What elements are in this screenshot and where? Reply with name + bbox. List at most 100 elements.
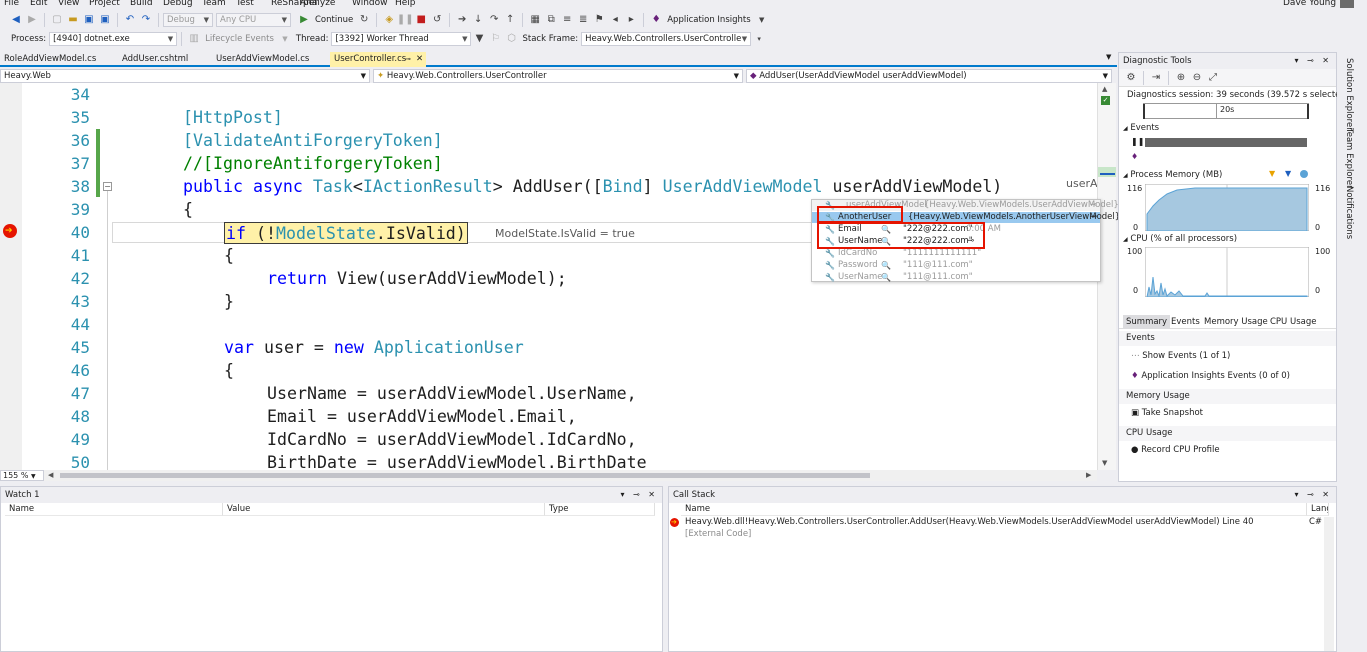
solution-explorer-tab[interactable]: Solution Explorer — [1344, 58, 1354, 131]
tab-user-add-view-model[interactable]: UserAddViewModel.cs — [212, 52, 313, 67]
user-name[interactable]: Dave Young — [1283, 0, 1336, 8]
team-explorer-tab[interactable]: Team Explorer — [1344, 128, 1354, 189]
column-header-name[interactable]: Name — [5, 503, 223, 516]
code-line[interactable]: [HttpPost] — [183, 106, 283, 129]
avatar[interactable] — [1340, 0, 1354, 8]
filter-icon[interactable]: ▼ — [472, 32, 486, 46]
code-line[interactable]: [ValidateAntiForgeryToken] — [183, 129, 443, 152]
save-icon[interactable]: ▣ — [82, 13, 96, 27]
menu-view[interactable]: View — [58, 0, 79, 8]
collapse-icon[interactable]: ◢ — [1123, 172, 1128, 179]
comment-icon[interactable]: ≡ — [560, 13, 574, 27]
selection-end-handle[interactable] — [1307, 104, 1309, 119]
datatip-row[interactable]: 🔧 UserName 🔍 "111@111.com" — [812, 272, 1100, 283]
column-header-value[interactable]: Value — [223, 503, 545, 516]
window-controls-icon[interactable]: ▾ ⊸ ✕ — [620, 487, 658, 503]
code-line[interactable]: Email = userAddViewModel.Email, — [267, 405, 577, 428]
chevron-down-icon[interactable]: ▼ — [278, 32, 292, 46]
pin-icon[interactable]: ⊸ — [1090, 212, 1097, 223]
pin-icon[interactable]: ⊸ — [405, 52, 411, 67]
continue-icon[interactable]: ▶ — [297, 13, 311, 27]
uncomment-icon[interactable]: ≣ — [576, 13, 590, 27]
code-line[interactable]: return View(userAddViewModel); — [267, 267, 567, 290]
project-select[interactable]: Heavy.Web ▼ — [0, 69, 370, 83]
pause-icon[interactable]: ❚❚ — [1131, 137, 1144, 146]
tab-role-add-view-model[interactable]: RoleAddViewModel.cs — [0, 52, 100, 67]
take-snapshot-button[interactable]: ▣ Take Snapshot — [1131, 408, 1203, 418]
menu-build[interactable]: Build — [130, 0, 153, 8]
chevron-down-icon[interactable]: ▼ — [755, 13, 769, 27]
hex-display-icon[interactable]: ▦ — [528, 13, 542, 27]
current-statement[interactable]: if (!ModelState.IsValid) — [224, 222, 468, 244]
type-select[interactable]: ✦ Heavy.Web.Controllers.UserController ▼ — [373, 69, 743, 83]
collapse-icon[interactable]: ◢ — [1123, 125, 1128, 132]
step-over-icon[interactable]: ↷ — [487, 13, 501, 27]
watch-list[interactable] — [1, 517, 662, 651]
restart-debug-icon[interactable]: ↺ — [430, 13, 444, 27]
save-all-icon[interactable]: ▣ — [98, 13, 112, 27]
zoom-out-icon[interactable]: ⊖ — [1190, 71, 1204, 85]
thread-select[interactable]: [3392] Worker Thread ▼ — [331, 31, 472, 46]
app-insights-events-link[interactable]: ♦ Application Insights Events (0 of 0) — [1131, 371, 1290, 381]
bookmark-icon[interactable]: ⚑ — [592, 13, 606, 27]
code-line[interactable]: { — [224, 244, 234, 267]
inline-value-hint[interactable]: ModelState.IsValid = true — [495, 222, 635, 245]
forward-icon[interactable]: ▶ — [25, 13, 39, 27]
column-header-type[interactable]: Type — [545, 503, 655, 516]
code-line[interactable]: UserName = userAddViewModel.UserName, — [267, 382, 637, 405]
stack-frame-select[interactable]: Heavy.Web.Controllers.UserController.Add… — [581, 31, 752, 46]
application-insights-button[interactable]: Application Insights — [667, 15, 750, 25]
flag-thread-icon[interactable]: ⚐ — [488, 32, 502, 46]
scroll-thumb[interactable] — [1098, 167, 1116, 177]
call-stack-frame[interactable]: [External Code] — [685, 529, 751, 539]
close-icon[interactable]: ✕ — [416, 52, 423, 67]
gear-icon[interactable]: ⚙ — [1124, 71, 1138, 85]
editor-horizontal-scrollbar[interactable]: ◀ ▶ — [0, 470, 1097, 481]
menu-resharper[interactable]: Analyze — [300, 0, 335, 8]
tab-cpu-usage[interactable]: CPU Usage — [1270, 315, 1316, 329]
step-into-icon[interactable]: ↓ — [471, 13, 485, 27]
scroll-thumb[interactable] — [60, 473, 870, 478]
events-bar[interactable] — [1145, 138, 1307, 147]
next-bookmark-icon[interactable]: ▸ — [624, 13, 638, 27]
threads-icon[interactable]: ⧉ — [544, 13, 558, 27]
zoom-level[interactable]: 155 % ▼ — [0, 470, 44, 481]
stop-icon[interactable]: ■ — [414, 13, 428, 27]
tab-overflow-icon[interactable]: ▼ — [1106, 53, 1111, 61]
menu-team[interactable]: Team — [202, 0, 226, 8]
menu-debug[interactable]: Debug — [163, 0, 193, 8]
collapse-icon[interactable]: − — [103, 182, 112, 191]
code-line[interactable]: { — [224, 359, 234, 382]
prev-bookmark-icon[interactable]: ◂ — [608, 13, 622, 27]
continue-button[interactable]: Continue — [315, 15, 353, 25]
zoom-in-icon[interactable]: ⊕ — [1174, 71, 1188, 85]
breakpoint-gutter[interactable] — [0, 83, 22, 470]
scroll-left-icon[interactable]: ◀ — [48, 471, 53, 479]
process-select[interactable]: [4940] dotnet.exe ▼ — [49, 31, 178, 46]
column-header-name[interactable]: Name — [681, 503, 1307, 516]
code-line[interactable]: BirthDate = userAddViewModel.BirthDate — [267, 451, 647, 470]
lifecycle-events-button[interactable]: Lifecycle Events — [205, 34, 274, 44]
tab-events[interactable]: Events — [1171, 315, 1200, 329]
break-all-icon[interactable]: ❚❚ — [397, 13, 414, 27]
magnifier-icon[interactable]: 🔍 — [881, 260, 891, 271]
memory-graph[interactable] — [1145, 184, 1309, 231]
step-out-icon[interactable]: ↑ — [503, 13, 517, 27]
scroll-down-icon[interactable]: ▼ — [1102, 459, 1107, 467]
menu-project[interactable]: Project — [89, 0, 120, 8]
datatip-row[interactable]: 🔧 IdCardNo "1111111111111" — [812, 248, 1100, 259]
tab-user-controller[interactable]: UserController.cs ⊸ ✕ — [330, 52, 426, 67]
datatip-popup[interactable]: 🔧 userAddViewModel {Heavy.Web.ViewModels… — [811, 199, 1120, 283]
pin-icon[interactable]: ⊸ — [1090, 200, 1097, 211]
hot-reload-icon[interactable]: ◈ — [382, 13, 396, 27]
record-cpu-profile-button[interactable]: ● Record CPU Profile — [1131, 445, 1220, 455]
scroll-right-icon[interactable]: ▶ — [1086, 471, 1091, 479]
menu-tools[interactable]: Test — [236, 0, 254, 8]
undo-icon[interactable]: ↶ — [123, 13, 137, 27]
configuration-select[interactable]: Debug ▼ — [163, 12, 213, 27]
show-events-link[interactable]: ⋯ Show Events (1 of 1) — [1131, 351, 1230, 361]
show-next-statement-icon[interactable]: ➔ — [455, 13, 469, 27]
menu-edit[interactable]: Edit — [30, 0, 47, 8]
export-icon[interactable]: ⇥ — [1149, 71, 1163, 85]
timeline-ruler[interactable]: 20s — [1143, 103, 1309, 119]
